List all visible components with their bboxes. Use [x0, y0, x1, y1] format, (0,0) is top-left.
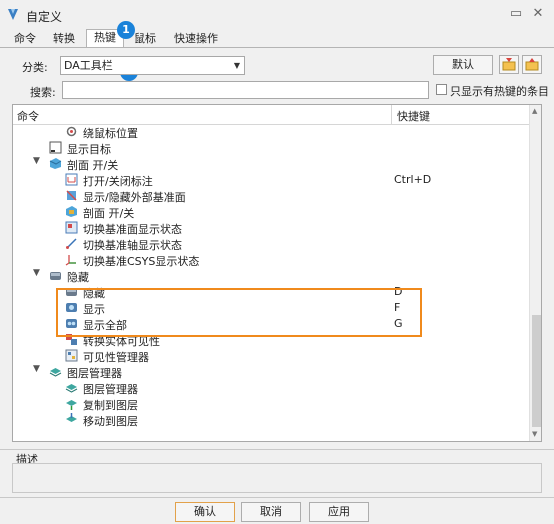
tree-row[interactable]: 剖面 开/关	[13, 204, 529, 220]
header-separator	[391, 105, 392, 125]
tree-row[interactable]: 显示目标	[13, 140, 529, 156]
tree-row[interactable]: 移动到图层	[13, 412, 529, 428]
row-label: 切换基准面显示状态	[83, 223, 182, 236]
tab-mouse[interactable]: 鼠标	[130, 31, 160, 48]
export-icon[interactable]	[522, 55, 542, 74]
header-hotkey[interactable]: 快捷键	[397, 108, 430, 124]
tree-row[interactable]: ▼ 剖面 开/关	[13, 156, 529, 172]
row-label: 剖面 开/关	[83, 207, 135, 220]
plane-toggle-icon	[65, 221, 78, 234]
tab-quick-actions[interactable]: 快速操作	[170, 31, 222, 48]
row-label: 图层管理器	[83, 383, 138, 396]
description-box	[12, 463, 542, 493]
layer-manager-icon	[65, 384, 78, 393]
tree-row[interactable]: ▼ 隐藏	[13, 268, 529, 284]
tree-row[interactable]: ▼ 图层管理器	[13, 364, 529, 380]
tree-row[interactable]: 图层管理器	[13, 380, 529, 396]
datum-plane-icon	[66, 190, 77, 201]
scroll-thumb[interactable]	[532, 315, 541, 427]
move-layer-icon	[66, 413, 77, 422]
hide-group-icon	[50, 272, 61, 280]
row-label: 可见性管理器	[83, 351, 149, 364]
window-title: 自定义	[26, 10, 63, 24]
row-label: 切换基准CSYS显示状态	[83, 255, 200, 268]
search-input[interactable]	[62, 81, 429, 99]
expand-chevron-icon[interactable]: ▼	[33, 156, 40, 166]
section-group-icon	[49, 158, 62, 169]
callout-highlight-box	[56, 288, 422, 337]
tab-divider	[0, 47, 554, 48]
tree-row[interactable]: 绕鼠标位置	[13, 124, 529, 140]
copy-layer-icon	[66, 400, 77, 410]
only-hotkeys-label: 只显示有热键的条目	[450, 85, 549, 98]
layer-group-icon	[49, 368, 62, 377]
tree-row[interactable]: 打开/关闭标注 Ctrl+D	[13, 172, 529, 188]
row-label: 打开/关闭标注	[83, 175, 153, 188]
rotate-icon	[66, 126, 77, 137]
command-tree[interactable]: 命令 快捷键 绕鼠标位置 显示目标 ▼ 剖面 开/关 打开/关闭标注 Ctrl+…	[12, 104, 542, 442]
chevron-down-icon: ▼	[233, 61, 240, 70]
row-hotkey: Ctrl+D	[394, 173, 432, 186]
ok-button[interactable]: 确认	[175, 502, 235, 522]
row-label: 移动到图层	[83, 415, 138, 428]
tab-convert[interactable]: 转换	[48, 31, 80, 48]
tree-row[interactable]: 可见性管理器	[13, 348, 529, 364]
row-label: 切换基准轴显示状态	[83, 239, 182, 252]
row-label: 显示/隐藏外部基准面	[83, 191, 186, 204]
row-label: 图层管理器	[67, 367, 122, 380]
scroll-up-icon[interactable]: ▲	[532, 107, 537, 115]
app-icon	[8, 9, 18, 20]
header-command[interactable]: 命令	[17, 108, 39, 124]
tree-row[interactable]: 显示/隐藏外部基准面	[13, 188, 529, 204]
search-label: 搜索:	[30, 86, 56, 99]
only-hotkeys-checkbox[interactable]	[436, 84, 447, 95]
button-divider	[0, 497, 554, 498]
scroll-down-icon[interactable]: ▼	[532, 430, 537, 438]
display-target-icon	[49, 141, 62, 154]
tree-row[interactable]: 切换基准轴显示状态	[13, 236, 529, 252]
tree-row[interactable]: 切换基准CSYS显示状态	[13, 252, 529, 268]
category-select[interactable]: DA工具栏 ▼	[60, 56, 245, 75]
tab-commands[interactable]: 命令	[10, 31, 40, 48]
expand-chevron-icon[interactable]: ▼	[33, 364, 40, 374]
description-divider	[0, 449, 554, 450]
title-bar: 自定义 ▭ ✕	[0, 0, 554, 30]
row-label: 显示目标	[67, 143, 111, 156]
default-button[interactable]: 默认	[433, 55, 493, 75]
expand-chevron-icon[interactable]: ▼	[33, 268, 40, 278]
restore-icon[interactable]: ▭	[508, 6, 524, 22]
category-label: 分类:	[22, 61, 48, 74]
import-icon[interactable]	[499, 55, 519, 74]
tree-row[interactable]: 切换基准面显示状态	[13, 220, 529, 236]
close-icon[interactable]: ✕	[530, 6, 546, 22]
tree-header: 命令 快捷键	[13, 105, 529, 125]
row-label: 剖面 开/关	[67, 159, 119, 172]
visibility-manager-icon	[65, 349, 78, 362]
row-label: 隐藏	[67, 271, 89, 284]
csys-toggle-icon	[65, 255, 76, 266]
section-icon	[66, 206, 77, 217]
row-label: 复制到图层	[83, 399, 138, 412]
cancel-button[interactable]: 取消	[241, 502, 301, 522]
tab-bar: 命令 转换 热键 鼠标 快速操作	[0, 29, 554, 48]
tree-row[interactable]: 复制到图层	[13, 396, 529, 412]
callout-badge-1: 1	[117, 21, 135, 39]
apply-button[interactable]: 应用	[309, 502, 369, 522]
tree-scrollbar[interactable]: ▲ ▼	[529, 105, 541, 441]
category-value: DA工具栏	[64, 59, 113, 72]
annotation-icon	[65, 173, 78, 186]
axis-toggle-icon	[66, 238, 77, 249]
row-label: 绕鼠标位置	[83, 127, 138, 140]
